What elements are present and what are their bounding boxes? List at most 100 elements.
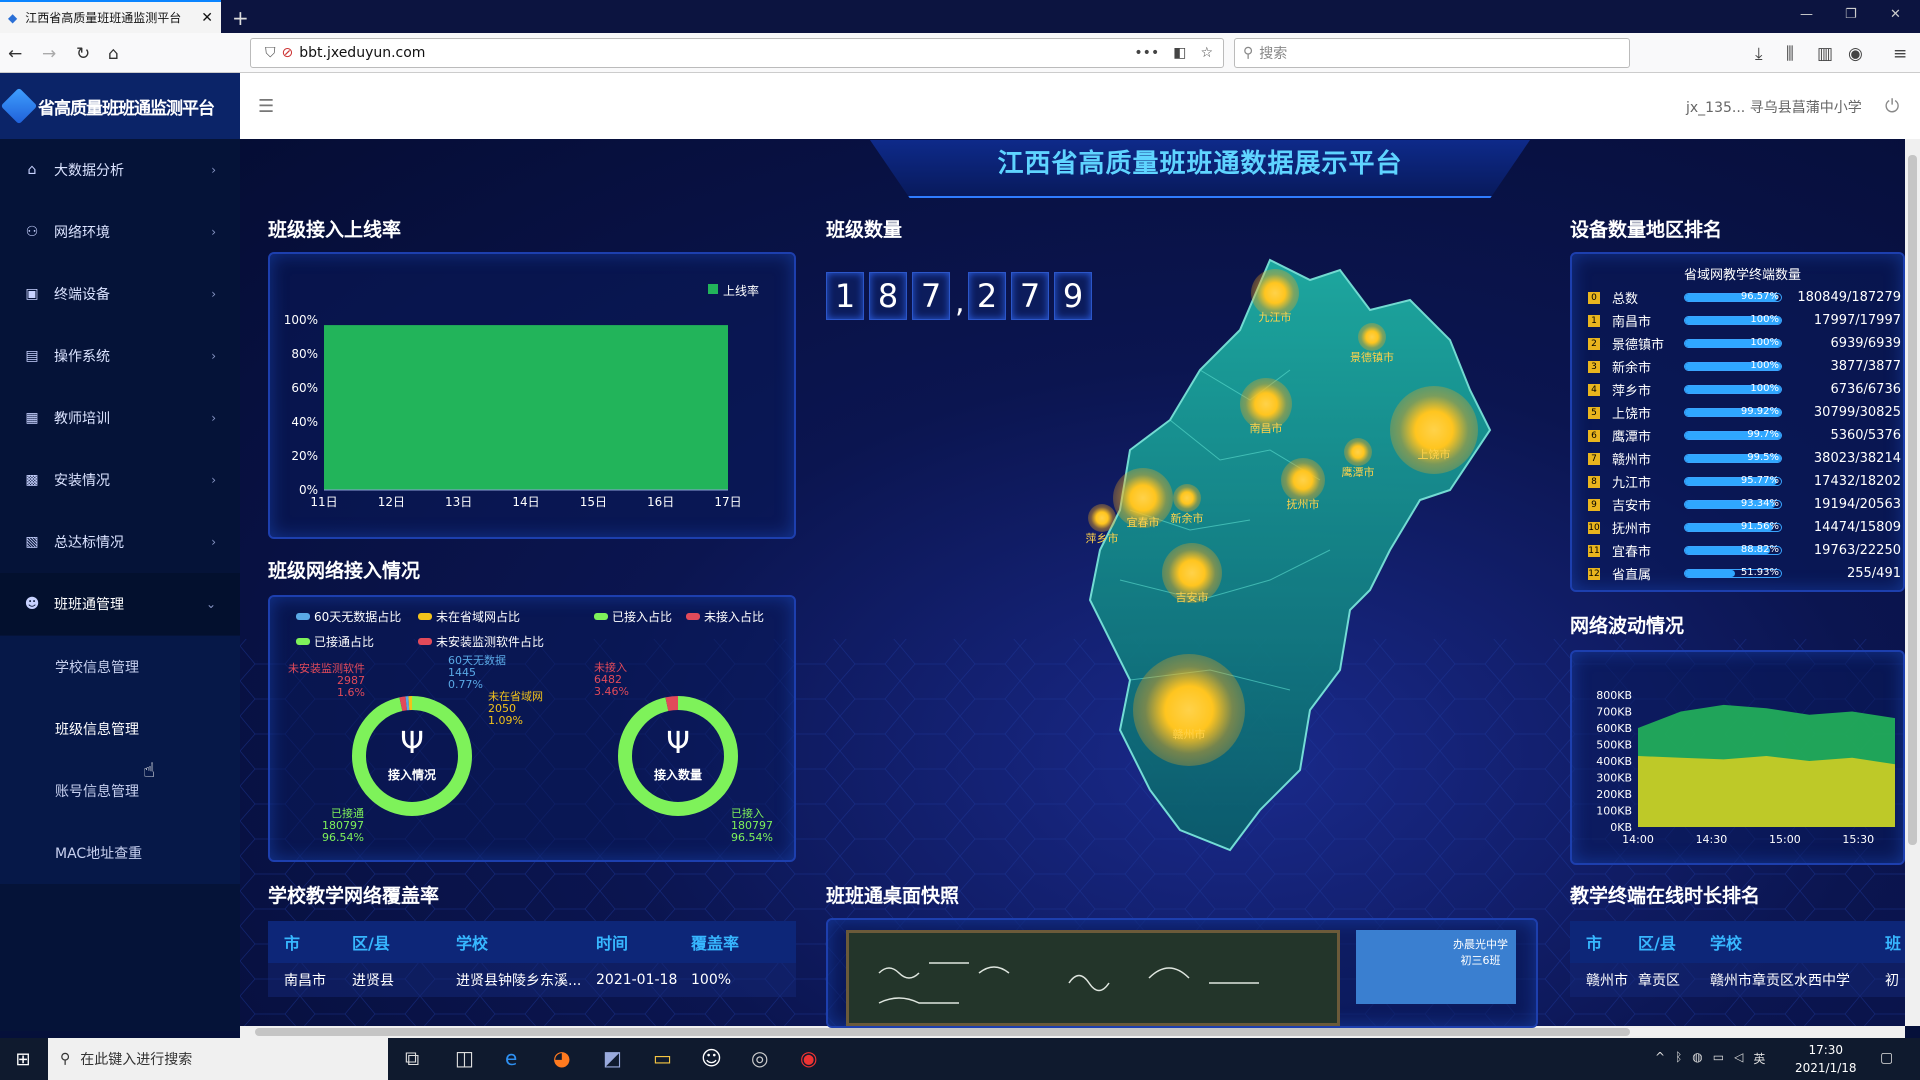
file-explorer-icon[interactable]: ▭ (653, 1046, 672, 1070)
rank-pct: 100% (1750, 360, 1779, 371)
close-tab-icon[interactable]: ✕ (201, 10, 213, 26)
window-close-icon[interactable]: ✕ (1890, 7, 1901, 22)
y-tick-label: 600KB (1596, 722, 1632, 735)
map-city-label: 上饶市 (1417, 448, 1451, 461)
task-view-icon[interactable]: ⧉ (405, 1046, 419, 1070)
pocket-icon[interactable]: ◧ (1173, 45, 1186, 61)
table-cell: 进贤县钟陵乡东溪... (456, 973, 582, 989)
forward-icon[interactable]: → (42, 44, 56, 64)
wave-title: 网络波动情况 (1570, 615, 1685, 637)
submenu-mac-check[interactable]: MAC地址查重 (0, 822, 240, 884)
network-tray-icon[interactable]: ▭ (1713, 1050, 1724, 1067)
download-icon[interactable]: ⤓ (1755, 44, 1763, 64)
wechat-icon[interactable]: ◍ (1692, 1050, 1702, 1067)
system-tray[interactable]: ^ ᛒ ◍ ▭ ◁ 英 (1655, 1050, 1765, 1067)
sidebar-toggle-icon[interactable]: ▥ (1817, 44, 1833, 64)
vertical-scroll-thumb[interactable] (1908, 155, 1917, 845)
ranking-row: 0 总数 96.57% 180849/187279 (1588, 286, 1901, 309)
user-info[interactable]: jx_135... 寻乌县菖蒲中小学 (1686, 97, 1862, 117)
digit: 8 (869, 272, 907, 320)
rank-bar: 96.57% (1684, 291, 1782, 302)
qq-icon[interactable]: ☺ (701, 1046, 722, 1070)
table-cell: 章贡区 (1638, 973, 1680, 989)
url-text: bbt.jxeduyun.com (299, 45, 426, 61)
table-row[interactable]: 赣州市 章贡区 赣州市章贡区水西中学 初 (1570, 963, 1905, 997)
submenu-school-info[interactable]: 学校信息管理 (0, 636, 240, 698)
chevron-up-icon[interactable]: ^ (1655, 1050, 1665, 1067)
map-city-marker[interactable] (1133, 654, 1245, 766)
more-actions-icon[interactable]: ••• (1134, 45, 1159, 61)
new-tab-button[interactable]: + (232, 6, 249, 30)
digit: 1 (826, 272, 864, 320)
sidebar-item-label: 大数据分析 (54, 163, 124, 179)
rank-pct: 88.82% (1740, 544, 1779, 555)
rank-bar: 88.82% (1684, 544, 1782, 555)
legend-item: 未在省域网占比 (418, 608, 594, 625)
desktop-snapshot-thumb[interactable]: 办晨光中学 初三6班 (1356, 930, 1516, 1004)
netease-music-icon[interactable]: ◉ (800, 1046, 817, 1070)
store-icon[interactable]: ◫ (455, 1046, 474, 1070)
legend-label: 已接入占比 (612, 610, 673, 624)
edge-icon[interactable]: e (505, 1046, 517, 1070)
map-city-label: 抚州市 (1286, 498, 1320, 511)
windows-start-icon[interactable]: ⊞ (0, 1038, 46, 1080)
hamburger-menu-icon[interactable]: ☰ (258, 96, 274, 117)
sidebar-item-device[interactable]: ▣ 终端设备 › (0, 263, 240, 325)
wave-chart: 800KB 700KB 600KB 500KB 400KB 300KB 200KB 100KB… (1596, 689, 1895, 846)
back-icon[interactable]: ← (8, 44, 22, 64)
top-header (240, 73, 1920, 139)
account-icon[interactable]: ◉ (1848, 44, 1863, 64)
table-row[interactable]: 南昌市 进贤县 进贤县钟陵乡东溪... 2021-01-18 100% (268, 963, 796, 997)
ranking-row: 12 省直属 51.93% 255/491 (1588, 562, 1901, 585)
legend-swatch (296, 638, 310, 645)
app-logo[interactable]: 省高质量班班通监测平台 (0, 73, 240, 139)
bookmark-star-icon[interactable]: ☆ (1200, 45, 1213, 61)
address-bar[interactable]: ⛉ ⊘ bbt.jxeduyun.com ••• ◧ ☆ (250, 38, 1224, 68)
label-line: 96.54% (731, 831, 773, 844)
map-city-marker[interactable] (1344, 438, 1372, 466)
online-rate-title: 班级接入上线率 (268, 219, 402, 241)
map-city-marker[interactable] (1358, 323, 1386, 351)
browser-tab[interactable]: ◆ 江西省高质量班班通监测平台 ✕ (0, 0, 221, 33)
blackboard-snapshot[interactable] (846, 930, 1340, 1026)
library-icon[interactable]: ⫼ (1786, 44, 1794, 64)
browser-search-input[interactable]: ⚲ 搜索 (1234, 38, 1630, 68)
submenu-class-info[interactable]: 班级信息管理 (0, 698, 240, 760)
rank-value: 14474/15809 (1813, 520, 1901, 535)
sidebar-item-bbt-manage[interactable]: ☻ 班班通管理 ⌄ (0, 573, 240, 635)
taskbar-clock[interactable]: 17:30 2021/1/18 (1795, 1041, 1857, 1077)
sidebar-item-os[interactable]: ▤ 操作系统 › (0, 325, 240, 387)
column-header: 学校 (456, 934, 489, 953)
menu-icon[interactable]: ≡ (1893, 44, 1907, 64)
power-logout-icon[interactable]: ⏻ (1885, 96, 1899, 117)
bluetooth-icon[interactable]: ᛒ (1675, 1050, 1682, 1067)
digit: 7 (1011, 272, 1049, 320)
reload-icon[interactable]: ↻ (76, 44, 90, 64)
firefox-icon[interactable]: ◕ (553, 1046, 570, 1070)
map-city-marker[interactable] (1088, 504, 1116, 532)
sidebar-item-label: 班班通管理 (54, 597, 124, 613)
home-icon[interactable]: ⌂ (108, 44, 119, 64)
sidebar-item-bigdata[interactable]: ⌂ 大数据分析 › (0, 139, 240, 201)
taskbar-search[interactable]: ⚲ 在此键入进行搜索 (48, 1038, 388, 1080)
home-menu-icon: ⌂ (27, 162, 37, 178)
volume-icon[interactable]: ◁ (1734, 1050, 1743, 1067)
map-city-marker[interactable] (1173, 484, 1201, 512)
chevron-right-icon: › (211, 473, 216, 487)
sidebar-item-network[interactable]: ⚇ 网络环境 › (0, 201, 240, 263)
ime-indicator[interactable]: 英 (1753, 1050, 1765, 1067)
rank-bar: 99.7% (1684, 429, 1782, 440)
submenu-account-info[interactable]: 账号信息管理 (0, 760, 240, 822)
horizontal-scroll-thumb[interactable] (255, 1028, 1630, 1036)
search-icon: ⚲ (1243, 45, 1254, 61)
app-icon[interactable]: ◩ (603, 1046, 622, 1070)
sidebar-item-training[interactable]: ▦ 教师培训 › (0, 387, 240, 449)
obs-icon[interactable]: ◎ (751, 1046, 768, 1070)
minimize-icon[interactable]: — (1800, 7, 1813, 22)
donut2-center-label: 接入数量 (653, 768, 702, 782)
sidebar-item-install[interactable]: ▩ 安装情况 › (0, 449, 240, 511)
sidebar-item-report[interactable]: ▧ 总达标情况 › (0, 511, 240, 573)
notification-icon[interactable]: ▢ (1880, 1050, 1893, 1066)
rank-bar: 93.34% (1684, 498, 1782, 509)
restore-icon[interactable]: ❐ (1845, 7, 1857, 22)
